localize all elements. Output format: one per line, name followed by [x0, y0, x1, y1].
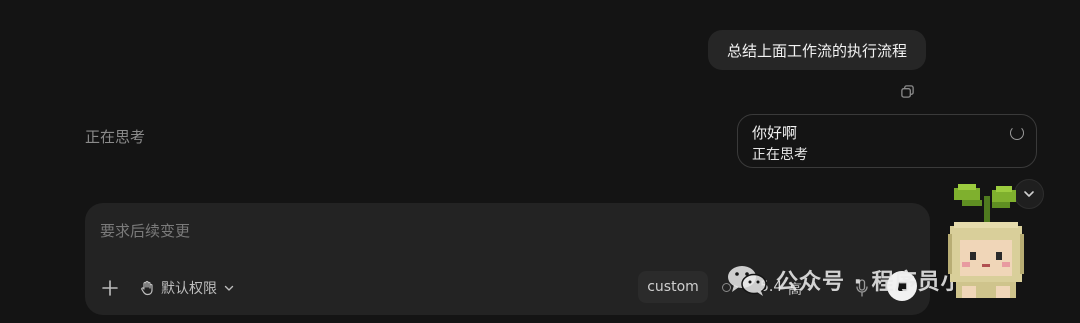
stop-button[interactable] [887, 271, 917, 301]
permission-label: 默认权限 [161, 281, 217, 297]
copy-button[interactable] [898, 82, 916, 100]
chevron-down-icon [224, 285, 234, 291]
spinner-icon [1010, 126, 1024, 140]
mic-icon [856, 279, 868, 297]
prompt-input[interactable] [98, 219, 802, 243]
thinking-status: 正在思考 [85, 128, 146, 146]
model-selector[interactable]: 5.4 [760, 279, 782, 295]
status-card-title: 你好啊 [752, 124, 798, 142]
mode-chip[interactable]: custom [638, 271, 708, 303]
permission-dropdown[interactable]: 默认权限 [139, 277, 235, 299]
attach-button[interactable] [99, 277, 121, 299]
plus-icon [102, 280, 118, 296]
user-message-text: 总结上面工作流的执行流程 [726, 41, 907, 60]
user-message-bubble: 总结上面工作流的执行流程 [708, 30, 926, 70]
copy-icon [900, 84, 914, 98]
status-card-subtitle: 正在思考 [752, 147, 808, 163]
hand-icon [141, 280, 153, 296]
reasoning-level[interactable]: 高 [788, 279, 802, 299]
stop-icon [897, 281, 907, 291]
mascot-sprout-icon [948, 184, 1024, 298]
composer: 默认权限 custom 5.4 高 [85, 203, 930, 315]
status-dot-icon [722, 283, 731, 292]
mic-button[interactable] [853, 277, 871, 299]
status-card[interactable]: 你好啊 正在思考 [737, 114, 1037, 168]
mode-chip-label: custom [647, 279, 699, 295]
chat-window: 总结上面工作流的执行流程 正在思考 你好啊 正在思考 默认 [0, 0, 1080, 323]
